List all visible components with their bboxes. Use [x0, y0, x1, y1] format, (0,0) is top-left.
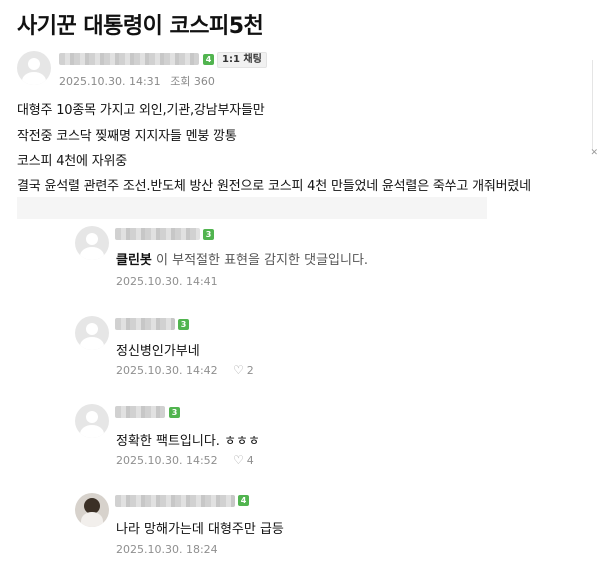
post-body-line: 결국 윤석렬 관련주 조선.반도체 방산 원전으로 코스피 4천 만들었네 윤석… [17, 179, 531, 194]
commenter-name-blurred[interactable] [115, 228, 200, 240]
one-on-one-chat-button[interactable]: 1:1 채팅 [217, 52, 267, 68]
commenter-photo-avatar[interactable] [75, 493, 109, 527]
commenter-level-badge: 4 [238, 495, 249, 506]
default-avatar-icon[interactable] [75, 316, 109, 350]
comment-text: 클린봇 이 부적절한 표현을 감지한 댓글입니다. [116, 249, 368, 268]
side-panel-edge [592, 60, 600, 150]
clean-bot-label: 클린봇 [116, 253, 152, 268]
post-divider [17, 197, 487, 219]
default-avatar-icon[interactable] [75, 404, 109, 438]
comment-date: 2025.10.30. 14:41 [116, 275, 218, 288]
comment-text: 정확한 팩트입니다. ㅎㅎㅎ [116, 434, 260, 449]
comment-item: 3 클린봇 이 부적절한 표현을 감지한 댓글입니다. 2025.10.30. … [75, 224, 575, 290]
author-name-blurred[interactable] [59, 53, 199, 65]
commenter-level-badge: 3 [203, 229, 214, 240]
post-meta: 2025.10.30. 14:31 조회 360 [59, 73, 215, 89]
commenter-level-badge: 3 [178, 319, 189, 330]
post-body-line: 코스피 4천에 자위중 [17, 154, 128, 169]
comment-text: 나라 망해가는데 대형주만 급등 [116, 522, 284, 537]
comment-date: 2025.10.30. 18:24 [116, 543, 218, 556]
commenter-name-blurred[interactable] [115, 406, 165, 418]
heart-outline-icon: ♡ [233, 363, 244, 377]
side-close-icon[interactable]: ✕ [590, 148, 598, 158]
default-avatar-icon[interactable] [75, 226, 109, 260]
heart-outline-icon: ♡ [233, 453, 244, 467]
post-title: 사기꾼 대통령이 코스피5천 [17, 14, 264, 39]
post-body-line: 작전중 코스닥 찢째명 지지자들 멘붕 깡통 [17, 129, 237, 144]
comment-date: 2025.10.30. 14:42 [116, 364, 218, 377]
comment-date: 2025.10.30. 14:52 [116, 454, 218, 467]
comment-item: 3 정신병인가부네 2025.10.30. 14:42 ♡ 2 [75, 314, 575, 380]
like-count: 2 [246, 364, 254, 377]
commenter-level-badge: 3 [169, 407, 180, 418]
post-views: 조회 360 [170, 75, 215, 88]
comment-item: 3 정확한 팩트입니다. ㅎㅎㅎ 2025.10.30. 14:52 ♡ 4 [75, 402, 575, 468]
like-count: 4 [246, 454, 254, 467]
like-button[interactable]: ♡ 4 [233, 453, 254, 467]
author-level-badge: 4 [203, 54, 214, 65]
commenter-name-blurred[interactable] [115, 495, 235, 507]
post-date: 2025.10.30. 14:31 [59, 75, 161, 88]
comment-text: 정신병인가부네 [116, 344, 200, 359]
commenter-name-blurred[interactable] [115, 318, 175, 330]
post-body-line: 대형주 10종목 가지고 외인,기관,강남부자들만 [17, 103, 265, 118]
author-avatar[interactable] [17, 51, 51, 85]
comment-item: 4 나라 망해가는데 대형주만 급등 2025.10.30. 18:24 [75, 491, 575, 561]
clean-bot-message: 이 부적절한 표현을 감지한 댓글입니다. [151, 253, 369, 268]
post-author-header: 4 1:1 채팅 2025.10.30. 14:31 조회 360 [17, 48, 417, 88]
like-button[interactable]: ♡ 2 [233, 363, 254, 377]
